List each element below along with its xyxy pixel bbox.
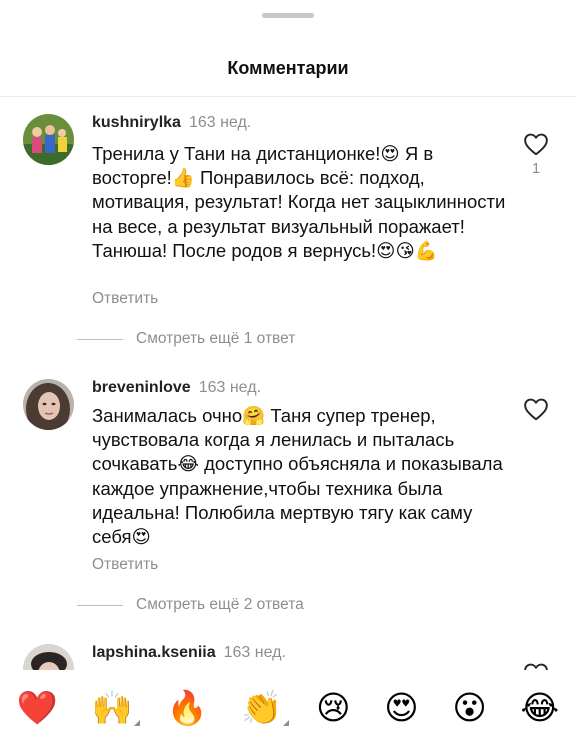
heart-icon[interactable] <box>523 132 549 156</box>
avatar[interactable] <box>23 114 74 165</box>
comment-time: 163 нед. <box>188 114 252 131</box>
heart-eyes-reaction[interactable]: 😍 <box>384 691 418 724</box>
like-count: 1 <box>531 160 541 177</box>
crying-face-reaction[interactable]: 😢 <box>316 691 350 724</box>
header-divider <box>0 96 576 97</box>
skin-tone-indicator <box>283 720 290 726</box>
clapping-hands-emoji: 👏 <box>241 688 283 727</box>
clapping-hands-reaction[interactable]: 👏 <box>241 688 290 727</box>
reaction-bar: ❤️ 🙌 🔥 👏 😢 😍 😮 😂 <box>0 670 576 745</box>
like-control: 1 <box>522 132 550 177</box>
raised-hands-reaction[interactable]: 🙌 <box>91 688 140 727</box>
page-title: Комментарии <box>227 58 349 78</box>
skin-tone-indicator <box>133 720 140 726</box>
username[interactable]: lapshina.kseniia <box>92 644 216 661</box>
view-more-replies[interactable]: Смотреть ещё 1 ответ <box>77 330 295 348</box>
heart-icon[interactable] <box>523 397 549 421</box>
view-more-label: Смотреть ещё 1 ответ <box>136 330 296 347</box>
username[interactable]: kushnirylka <box>92 114 181 131</box>
fire-reaction[interactable]: 🔥 <box>166 691 207 724</box>
comment-time: 163 нед. <box>223 644 286 661</box>
red-heart-reaction[interactable]: ❤️ <box>17 691 58 724</box>
comment-header: kushnirylka 163 нед. <box>92 114 251 132</box>
view-more-replies[interactable]: Смотреть ещё 2 ответа <box>77 596 304 614</box>
raised-hands-emoji: 🙌 <box>91 688 133 727</box>
avatar[interactable] <box>23 379 74 430</box>
like-control <box>522 397 550 421</box>
reply-button[interactable]: Ответить <box>92 290 158 308</box>
drag-handle[interactable] <box>262 13 314 18</box>
comment-time: 163 нед. <box>198 379 262 396</box>
comments-sheet: Комментарии kushnirylka 163 нед. Тренила … <box>0 0 576 745</box>
divider-line <box>77 338 123 340</box>
view-more-label: Смотреть ещё 2 ответа <box>136 596 304 613</box>
comment-header: lapshina.kseniia 163 нед. <box>92 644 286 662</box>
divider-line <box>77 604 123 606</box>
reply-button[interactable]: Ответить <box>92 556 158 574</box>
comment-header: breveninlove 163 нед. <box>92 379 261 397</box>
comment-text: Тренила у Тани на дистанционке!😍 Я в вос… <box>92 143 506 261</box>
tears-of-joy-reaction[interactable]: 😂 <box>520 691 559 724</box>
username[interactable]: breveninlove <box>92 379 191 396</box>
surprised-face-reaction[interactable]: 😮 <box>452 691 486 724</box>
comment-text: Занималась очно🤗 Таня супер тренер, чувс… <box>92 405 503 548</box>
